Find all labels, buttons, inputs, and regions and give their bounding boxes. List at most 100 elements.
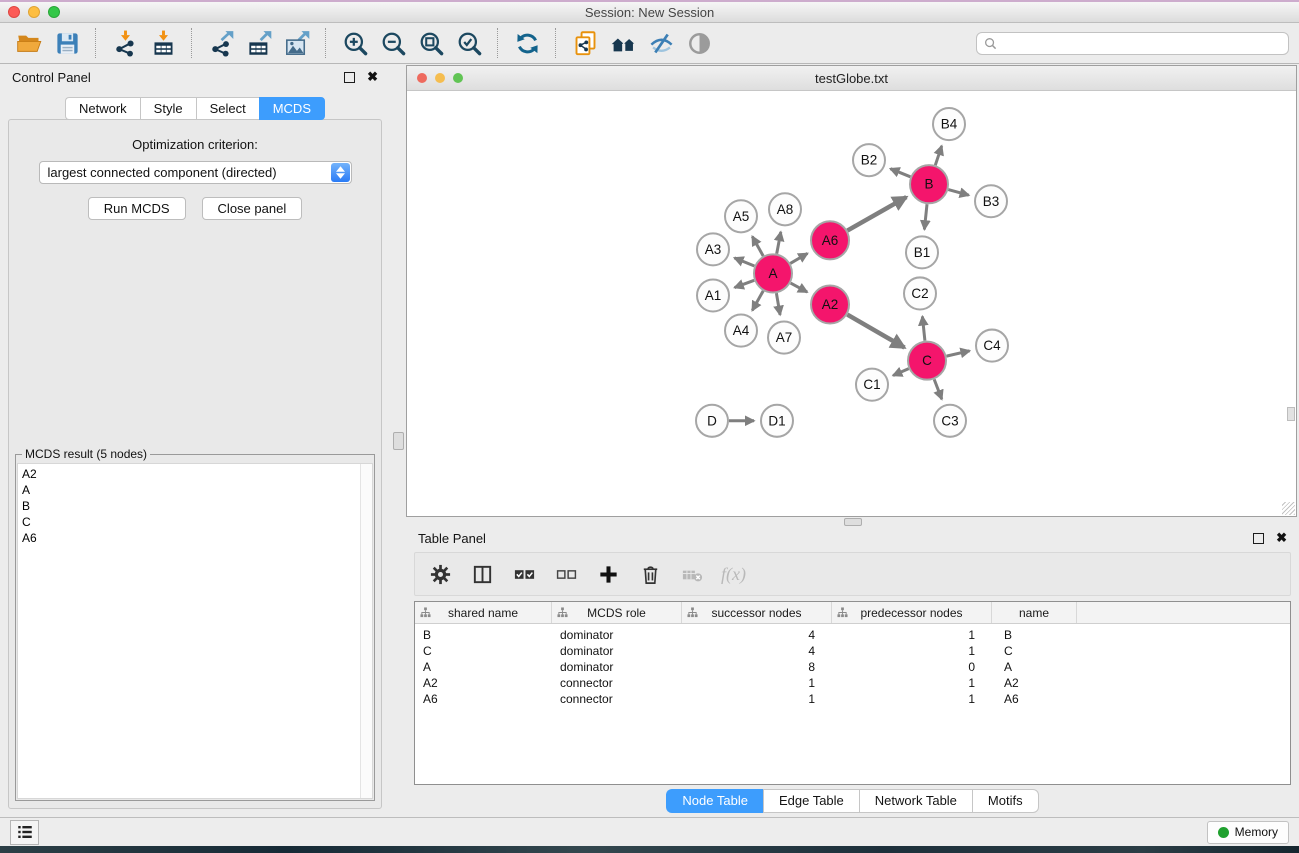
table-row[interactable]: Cdominator41C bbox=[415, 643, 1290, 659]
graph-node-D1[interactable]: D1 bbox=[761, 405, 793, 437]
graph-node-A4[interactable]: A4 bbox=[725, 315, 757, 347]
tab-network-table[interactable]: Network Table bbox=[859, 789, 972, 813]
network-graph[interactable]: AA6A2BCA1A3A4A5A7A8B1B2B3B4C1C2C3C4DD1 bbox=[407, 91, 1296, 516]
tab-edge-table[interactable]: Edge Table bbox=[763, 789, 859, 813]
split-grip[interactable] bbox=[393, 432, 404, 450]
minimize-window-button[interactable] bbox=[28, 6, 40, 18]
export-network-button[interactable] bbox=[202, 26, 240, 60]
table-row[interactable]: Adominator80A bbox=[415, 659, 1290, 675]
export-image-button[interactable] bbox=[278, 26, 316, 60]
graph-node-C4[interactable]: C4 bbox=[976, 330, 1008, 362]
create-column-button[interactable] bbox=[469, 561, 495, 587]
add-row-button[interactable] bbox=[595, 561, 621, 587]
tab-node-table[interactable]: Node Table bbox=[666, 789, 763, 813]
edge-A-A2[interactable] bbox=[791, 283, 808, 292]
graph-node-C1[interactable]: C1 bbox=[856, 369, 888, 401]
graph-node-A7[interactable]: A7 bbox=[768, 322, 800, 354]
edge-A-A4[interactable] bbox=[752, 291, 763, 311]
result-scrollbar[interactable] bbox=[360, 464, 372, 798]
edge-B-B4[interactable] bbox=[935, 146, 941, 165]
result-item[interactable]: A bbox=[22, 482, 372, 498]
horizontal-split-divider[interactable] bbox=[406, 517, 1299, 525]
zoom-out-button[interactable] bbox=[374, 26, 412, 60]
function-builder-button[interactable]: f(x) bbox=[721, 564, 746, 585]
edge-A-A1[interactable] bbox=[735, 280, 755, 287]
deselect-all-button[interactable] bbox=[553, 561, 579, 587]
edge-A6-B[interactable] bbox=[847, 197, 906, 230]
float-panel-icon[interactable] bbox=[344, 72, 355, 83]
table-settings-button[interactable] bbox=[427, 561, 453, 587]
close-network-button[interactable] bbox=[417, 73, 427, 83]
graph-node-A6[interactable]: A6 bbox=[811, 221, 849, 259]
table-row[interactable]: Bdominator41B bbox=[415, 627, 1290, 643]
column-header-MCDS-role[interactable]: MCDS role bbox=[552, 602, 682, 623]
copy-network-button[interactable] bbox=[566, 26, 604, 60]
result-item[interactable]: C bbox=[22, 514, 372, 530]
graph-node-C2[interactable]: C2 bbox=[904, 277, 936, 309]
edge-B-B2[interactable] bbox=[890, 169, 910, 177]
column-header-shared-name[interactable]: shared name bbox=[415, 602, 552, 623]
minimize-network-button[interactable] bbox=[435, 73, 445, 83]
zoom-network-button[interactable] bbox=[453, 73, 463, 83]
home-button[interactable] bbox=[604, 26, 642, 60]
column-header-successor-nodes[interactable]: successor nodes bbox=[682, 602, 832, 623]
close-panel-icon[interactable]: ✖ bbox=[367, 72, 378, 82]
show-graphics-button[interactable] bbox=[680, 26, 718, 60]
edge-A2-C[interactable] bbox=[847, 315, 904, 348]
edge-A-A3[interactable] bbox=[734, 258, 754, 266]
graph-node-B[interactable]: B bbox=[910, 165, 948, 203]
tab-network[interactable]: Network bbox=[65, 97, 140, 120]
import-table-button[interactable] bbox=[144, 26, 182, 60]
vertical-split-divider[interactable] bbox=[390, 64, 406, 817]
open-file-button[interactable] bbox=[10, 26, 48, 60]
table-row[interactable]: A2connector11A2 bbox=[415, 675, 1290, 691]
edge-A-A7[interactable] bbox=[776, 293, 780, 315]
close-panel-icon[interactable]: ✖ bbox=[1276, 533, 1287, 543]
column-header-name[interactable]: name bbox=[992, 602, 1077, 623]
zoom-fit-button[interactable] bbox=[412, 26, 450, 60]
criterion-select[interactable]: largest connected component (directed) bbox=[39, 161, 352, 184]
save-session-button[interactable] bbox=[48, 26, 86, 60]
zoom-in-button[interactable] bbox=[336, 26, 374, 60]
graph-node-B4[interactable]: B4 bbox=[933, 108, 965, 140]
close-window-button[interactable] bbox=[8, 6, 20, 18]
frame-edge-grip[interactable] bbox=[1287, 407, 1295, 421]
tab-style[interactable]: Style bbox=[140, 97, 196, 120]
graph-node-A[interactable]: A bbox=[754, 254, 792, 292]
graph-node-C[interactable]: C bbox=[908, 342, 946, 380]
result-item[interactable]: B bbox=[22, 498, 372, 514]
import-network-button[interactable] bbox=[106, 26, 144, 60]
zoom-window-button[interactable] bbox=[48, 6, 60, 18]
refresh-button[interactable] bbox=[508, 26, 546, 60]
graph-node-B3[interactable]: B3 bbox=[975, 185, 1007, 217]
search-input[interactable] bbox=[1002, 35, 1281, 51]
task-history-button[interactable] bbox=[10, 820, 39, 845]
edge-B-B1[interactable] bbox=[924, 204, 927, 229]
graph-node-A8[interactable]: A8 bbox=[769, 193, 801, 225]
edge-B-B3[interactable] bbox=[948, 190, 969, 196]
graph-node-A1[interactable]: A1 bbox=[697, 279, 729, 311]
close-panel-button[interactable]: Close panel bbox=[202, 197, 303, 220]
edge-A-A5[interactable] bbox=[752, 236, 763, 256]
graph-node-A2[interactable]: A2 bbox=[811, 285, 849, 323]
select-all-button[interactable] bbox=[511, 561, 537, 587]
hide-graphics-button[interactable] bbox=[642, 26, 680, 60]
table-row[interactable]: A6connector11A6 bbox=[415, 691, 1290, 707]
float-panel-icon[interactable] bbox=[1253, 533, 1264, 544]
zoom-selected-button[interactable] bbox=[450, 26, 488, 60]
graph-node-A3[interactable]: A3 bbox=[697, 233, 729, 265]
result-item[interactable]: A6 bbox=[22, 530, 372, 546]
tab-select[interactable]: Select bbox=[196, 97, 259, 120]
memory-button[interactable]: Memory bbox=[1207, 821, 1289, 844]
delete-row-button[interactable] bbox=[637, 561, 663, 587]
edge-A-A8[interactable] bbox=[777, 232, 781, 254]
tab-mcds[interactable]: MCDS bbox=[259, 97, 325, 120]
delete-table-button[interactable] bbox=[679, 561, 705, 587]
graph-node-B2[interactable]: B2 bbox=[853, 144, 885, 176]
graph-node-B1[interactable]: B1 bbox=[906, 236, 938, 268]
graph-node-A5[interactable]: A5 bbox=[725, 200, 757, 232]
graph-node-C3[interactable]: C3 bbox=[934, 405, 966, 437]
export-table-button[interactable] bbox=[240, 26, 278, 60]
split-grip[interactable] bbox=[844, 518, 862, 526]
edge-C-C4[interactable] bbox=[947, 351, 970, 356]
